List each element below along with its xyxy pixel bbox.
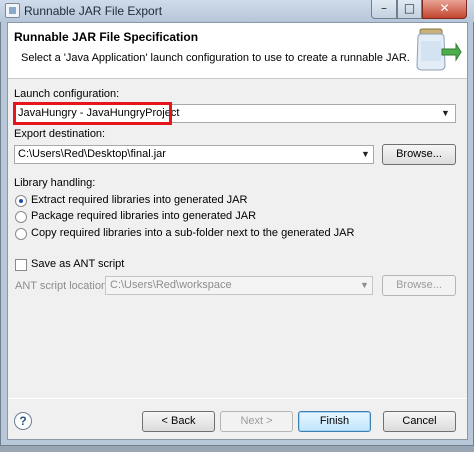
cancel-button[interactable]: Cancel [383,411,456,432]
radio-package-libraries[interactable] [15,211,27,223]
radio-package-libraries-label[interactable]: Package required libraries into generate… [31,210,256,222]
radio-extract-libraries[interactable] [15,195,27,207]
jar-export-icon [416,28,462,71]
export-destination-label: Export destination: [14,128,106,140]
save-ant-script-checkbox[interactable] [15,259,27,271]
finish-button[interactable]: Finish [298,411,371,432]
app-window-icon [5,3,20,18]
export-browse-button[interactable]: Browse... [382,144,456,165]
window-title: Runnable JAR File Export [24,4,163,18]
page-title: Runnable JAR File Specification [14,30,199,44]
ant-location-label: ANT script location: [15,280,111,292]
chevron-down-icon[interactable]: ▼ [357,277,372,294]
launch-config-label: Launch configuration: [14,88,120,100]
ant-browse-button[interactable]: Browse... [382,275,456,296]
back-button[interactable]: < Back [142,411,215,432]
close-button[interactable]: ✕ [422,0,467,19]
export-destination-value: C:\Users\Red\Desktop\final.jar [18,148,166,160]
next-button[interactable]: Next > [220,411,293,432]
page-description: Select a 'Java Application' launch confi… [21,52,410,64]
help-icon[interactable]: ? [14,412,32,430]
maximize-button[interactable]: □ [397,0,422,19]
background-strip [0,446,474,452]
radio-extract-libraries-label[interactable]: Extract required libraries into generate… [31,194,247,206]
ant-location-value: C:\Users\Red\workspace [110,279,232,291]
chevron-down-icon[interactable]: ▼ [436,105,455,122]
chevron-down-icon[interactable]: ▼ [358,146,373,163]
footer-divider [8,398,467,399]
radio-copy-libraries[interactable] [15,228,27,240]
minimize-button[interactable]: – [371,0,397,19]
library-handling-label: Library handling: [14,177,96,189]
save-ant-script-label[interactable]: Save as ANT script [31,258,124,270]
radio-copy-libraries-label[interactable]: Copy required libraries into a sub-folde… [31,227,354,239]
highlight-box [13,102,172,125]
